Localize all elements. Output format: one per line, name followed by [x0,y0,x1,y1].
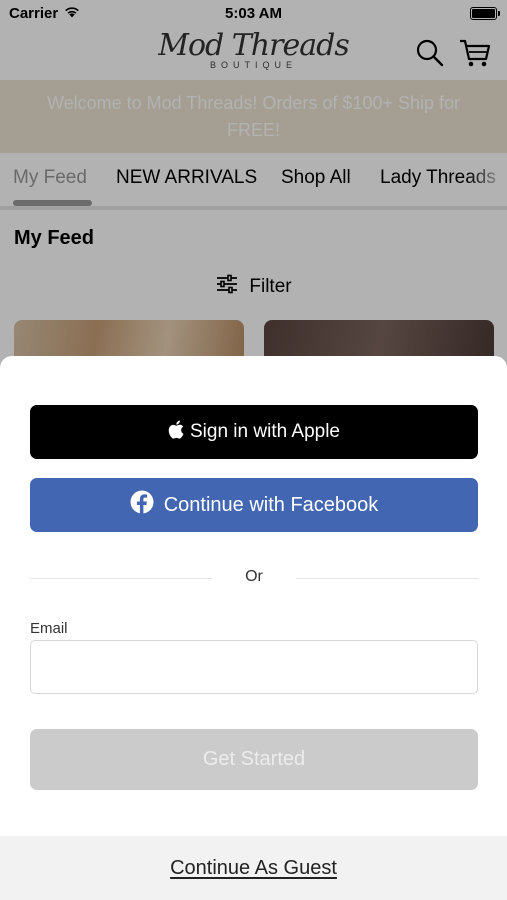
get-started-button[interactable]: Get Started [30,729,478,790]
divider-line [296,578,478,579]
continue-with-facebook-button[interactable]: Continue with Facebook [30,478,478,532]
email-label: Email [30,620,68,637]
sign-in-with-apple-button[interactable]: Sign in with Apple [30,405,478,459]
email-field[interactable] [30,640,478,694]
or-divider: Or [30,567,478,589]
apple-icon [168,420,184,445]
apple-button-label: Sign in with Apple [190,421,340,442]
login-sheet: Sign in with Apple Continue with Faceboo… [0,356,507,900]
guest-footer: Continue As Guest [0,836,507,900]
facebook-icon [130,490,154,520]
continue-as-guest-link[interactable]: Continue As Guest [170,857,337,880]
facebook-button-label: Continue with Facebook [163,493,379,516]
or-text: Or [245,568,263,585]
